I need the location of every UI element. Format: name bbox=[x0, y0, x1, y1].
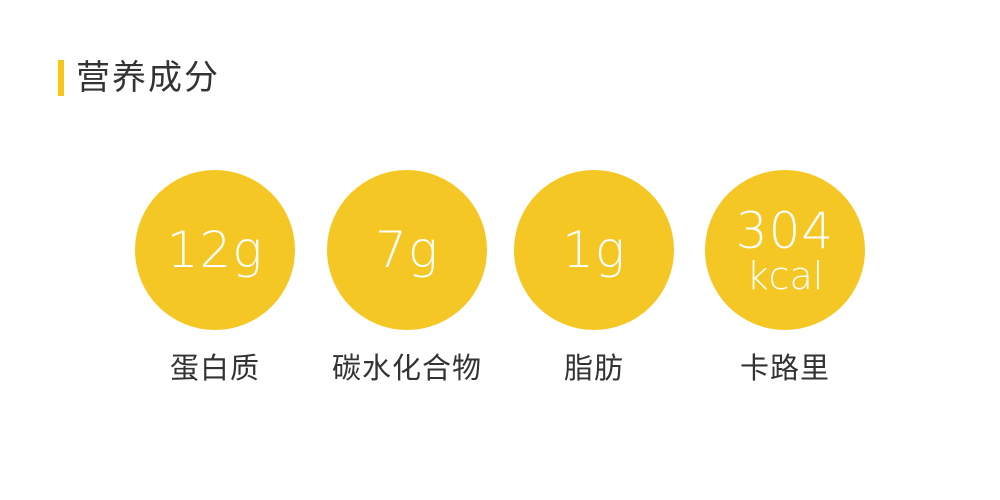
nutrient-label: 卡路里 bbox=[739, 351, 830, 385]
nutrient-unit: kcal bbox=[746, 254, 824, 298]
nutrient-circle: 304 kcal bbox=[705, 170, 865, 330]
nutrient-circle: 7g bbox=[327, 170, 487, 330]
accent-bar bbox=[58, 60, 64, 96]
section-title: 营养成分 bbox=[76, 58, 220, 98]
nutrient-label: 蛋白质 bbox=[169, 351, 260, 385]
nutrient-label: 碳水化合物 bbox=[331, 351, 482, 385]
nutrient-value: 1g bbox=[562, 221, 626, 279]
nutrient-value: 12g bbox=[166, 221, 264, 279]
nutrient-calories: 304 kcal 卡路里 bbox=[705, 170, 865, 388]
nutrient-circle: 12g bbox=[135, 170, 295, 330]
nutrient-value: 304 bbox=[735, 202, 835, 260]
nutrient-carbohydrate: 7g 碳水化合物 bbox=[327, 170, 487, 388]
nutrient-label: 脂肪 bbox=[563, 351, 624, 385]
nutrient-fat: 1g 脂肪 bbox=[514, 170, 674, 388]
section-header: 营养成分 bbox=[58, 56, 220, 100]
nutrient-value: 7g bbox=[375, 221, 439, 279]
nutrient-circle: 1g bbox=[514, 170, 674, 330]
nutrient-protein: 12g 蛋白质 bbox=[135, 170, 295, 388]
